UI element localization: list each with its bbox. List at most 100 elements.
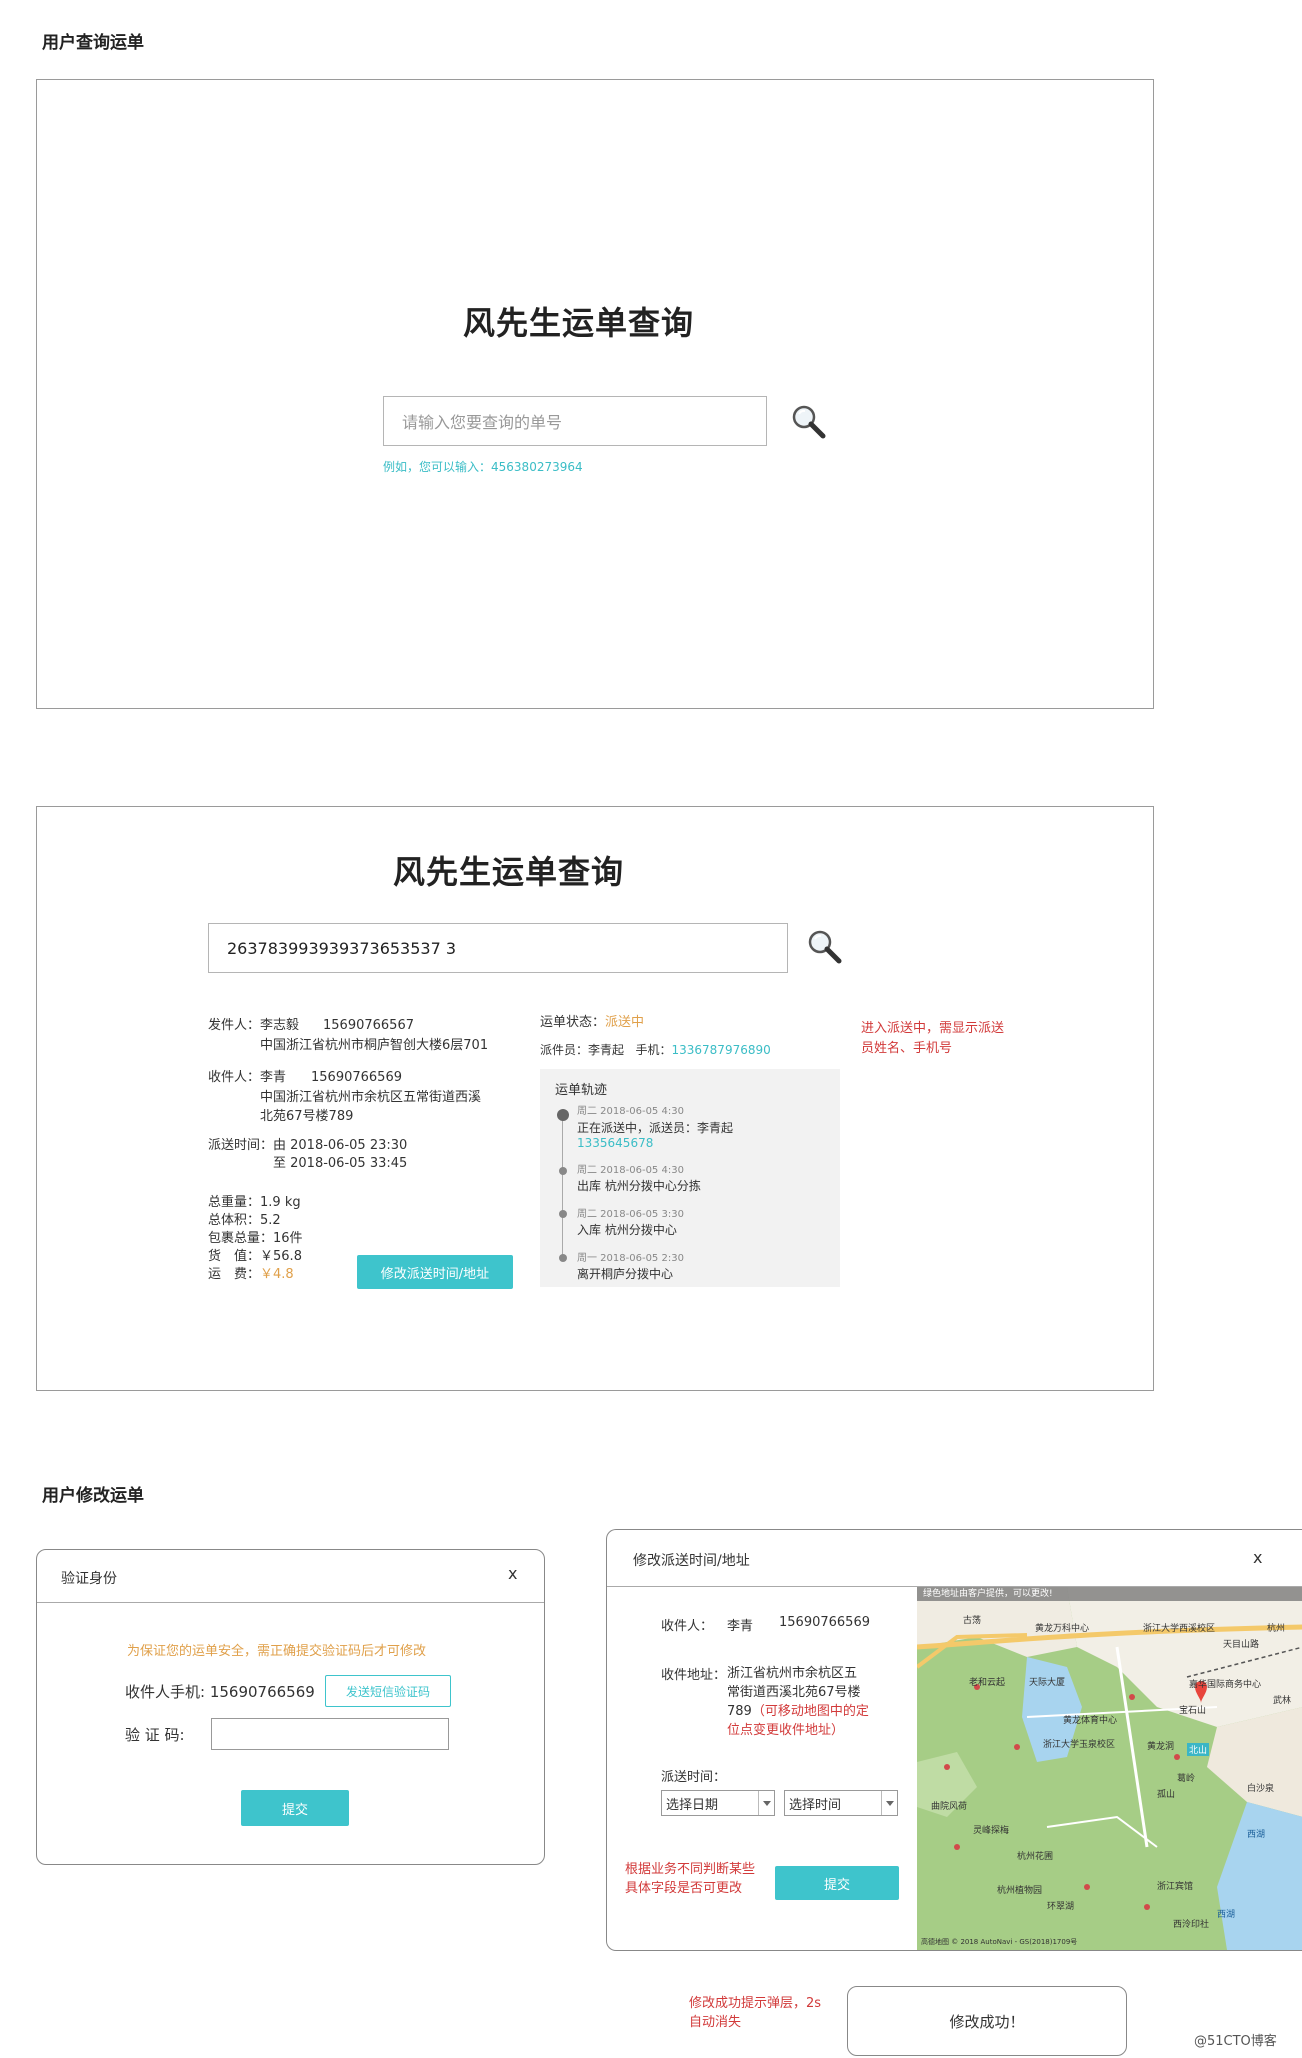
map-label: 西湖	[1217, 1910, 1236, 1920]
verify-warning: 为保证您的运单安全，需正确提交验证码后才可修改	[127, 1644, 427, 1659]
address-text: 浙江省杭州市余杭区五 常街道西溪北苑67号楼 789（可移动地图中的定 位点变更…	[727, 1666, 869, 1738]
map-label: 杭州花圃	[1017, 1852, 1054, 1862]
dialog-title: 修改派送时间/地址	[633, 1553, 750, 1569]
stat-row: 货 值：￥56.8	[208, 1249, 302, 1264]
receiver-label: 收件人：	[208, 1070, 261, 1085]
search-icon[interactable]	[789, 402, 829, 442]
delivery-time-from: 由 2018-06-05 23:30	[273, 1138, 408, 1153]
map-label: 黄龙万科中心	[1035, 1624, 1090, 1634]
map-banner: 绿色地址由客户提供，可以更改!	[923, 1589, 1053, 1599]
close-button[interactable]: x	[508, 1564, 517, 1583]
receiver-label: 收件人：	[661, 1619, 714, 1634]
chevron-down-icon	[881, 1791, 898, 1815]
track-time: 周二 2018-06-05 3:30	[577, 1209, 684, 1220]
status-badge: 派送中	[605, 1015, 645, 1030]
map-label: 葛岭	[1177, 1774, 1196, 1784]
result-frame: 风先生运单查询 263783993939373653537 3 发件人： 李志毅…	[36, 806, 1154, 1391]
map-label: 杭州植物园	[997, 1886, 1043, 1896]
watermark: @51CTO博客	[1194, 2034, 1277, 2049]
time-label: 派送时间：	[661, 1770, 727, 1785]
code-input[interactable]	[211, 1718, 449, 1750]
map-label: 白沙泉	[1247, 1784, 1275, 1794]
stat-row: 包裹总量：16件	[208, 1231, 303, 1246]
success-toast: 修改成功！	[847, 1986, 1127, 2056]
map-label: 天目山路	[1223, 1640, 1260, 1650]
result-title: 风先生运单查询	[393, 853, 625, 891]
page-title: 风先生运单查询	[463, 304, 695, 342]
hint-example[interactable]: 456380273964	[491, 460, 583, 474]
track-text: 出库 杭州分拨中心分拣	[577, 1179, 701, 1193]
track-text: 正在派送中，派送员：李青起	[577, 1121, 734, 1135]
timeline-dot-active	[557, 1109, 569, 1121]
section-title-modify: 用户修改运单	[42, 1486, 144, 1506]
chevron-down-icon	[758, 1791, 775, 1815]
submit-button[interactable]: 提交	[775, 1866, 899, 1900]
sender-phone: 15690766567	[323, 1018, 414, 1033]
delivery-time-to: 至 2018-06-05 33:45	[273, 1156, 408, 1171]
modify-time-address-button[interactable]: 修改派送时间/地址	[357, 1255, 513, 1289]
track-title: 运单轨迹	[555, 1083, 608, 1098]
map-label: 杭州	[1267, 1624, 1286, 1634]
map-label: 西泠印社	[1173, 1920, 1210, 1930]
status-label: 运单状态：	[540, 1015, 606, 1030]
date-select[interactable]: 选择日期	[661, 1790, 775, 1816]
map-label: 古荡	[963, 1616, 982, 1626]
timeline-dot	[559, 1167, 567, 1175]
map-label: 浙江宾馆	[1157, 1882, 1194, 1892]
search-hint: 例如，您可以输入：456380273964	[383, 458, 583, 475]
map-label: 嘉华国际商务中心	[1189, 1680, 1262, 1690]
close-button[interactable]: x	[1253, 1548, 1262, 1567]
stat-row: 总重量：1.9 kg	[208, 1195, 301, 1210]
stat-row-freight: 运 费：￥4.8	[208, 1267, 294, 1282]
map-label: 北山	[1187, 1743, 1210, 1756]
search-icon[interactable]	[805, 927, 845, 967]
map-label: 天际大厦	[1029, 1678, 1066, 1688]
stat-row: 总体积：5.2	[208, 1213, 281, 1228]
track-time: 周二 2018-06-05 4:30	[577, 1106, 684, 1117]
map-label: 灵峰探梅	[973, 1826, 1010, 1836]
hint-prefix: 例如，您可以输入：	[383, 460, 492, 474]
track-time: 周二 2018-06-05 4:30	[577, 1165, 684, 1176]
map-label: 曲院风荷	[931, 1802, 968, 1812]
map-label: 武林	[1273, 1696, 1292, 1706]
track-text: 离开桐庐分拨中心	[577, 1267, 674, 1281]
timeline-line	[562, 1111, 563, 1259]
timeline-dot	[559, 1254, 567, 1262]
search-input[interactable]: 请输入您要查询的单号	[383, 396, 767, 446]
map-label: 宝石山	[1179, 1706, 1207, 1716]
sender-label: 发件人：	[208, 1018, 261, 1033]
address-label: 收件地址：	[661, 1668, 727, 1683]
courier-phone[interactable]: 1336787976890	[672, 1043, 771, 1057]
map-label: 黄龙体育中心	[1063, 1716, 1118, 1726]
map-label: 环翠湖	[1047, 1902, 1075, 1912]
waybill-input[interactable]: 263783993939373653537 3	[208, 923, 788, 973]
dialog-header: 验证身份 x	[37, 1550, 544, 1603]
sender-name: 李志毅	[260, 1018, 300, 1033]
time-select[interactable]: 选择时间	[784, 1790, 898, 1816]
send-code-button[interactable]: 发送短信验证码	[325, 1675, 451, 1707]
track-text: 入库 杭州分拨中心	[577, 1223, 677, 1237]
verify-dialog: 验证身份 x 为保证您的运单安全，需正确提交验证码后才可修改 收件人手机: 15…	[36, 1549, 545, 1865]
receiver-name: 李青	[727, 1619, 754, 1634]
track-extra-phone[interactable]: 1335645678	[577, 1136, 653, 1150]
receiver-phone: 15690766569	[311, 1070, 402, 1085]
map-label: 浙江大学西溪校区	[1143, 1624, 1216, 1634]
map-label: 黄龙洞	[1147, 1742, 1175, 1752]
annotation-courier: 进入派送中，需显示派送员姓名、手机号	[861, 1021, 1005, 1056]
waybill-value: 263783993939373653537 3	[227, 938, 457, 958]
status-row: 运单状态：派送中	[540, 1014, 644, 1032]
section-title-query: 用户查询运单	[42, 33, 144, 53]
map-label: 浙江大学玉泉校区	[1043, 1740, 1116, 1750]
address-map[interactable]: 绿色地址由客户提供，可以更改! 古荡 黄龙万科中心 浙江大学西溪校区 天目山路 …	[917, 1587, 1302, 1950]
receiver-address-2: 北苑67号楼789	[260, 1109, 354, 1124]
query-frame: 风先生运单查询 请输入您要查询的单号 例如，您可以输入：456380273964	[36, 79, 1154, 709]
submit-button[interactable]: 提交	[241, 1790, 349, 1826]
track-panel: 运单轨迹 周二 2018-06-05 4:30 正在派送中，派送员：李青起 13…	[540, 1069, 840, 1287]
map-label: 孤山	[1157, 1790, 1176, 1800]
timeline-dot	[559, 1210, 567, 1218]
dialog-title: 验证身份	[61, 1571, 117, 1587]
search-placeholder: 请输入您要查询的单号	[402, 413, 563, 432]
modify-dialog: 修改派送时间/地址 x 收件人： 李青 15690766569 收件地址： 浙江…	[606, 1529, 1302, 1951]
map-label: 老和云起	[969, 1678, 1006, 1688]
dialog-header: 修改派送时间/地址 x	[607, 1530, 1302, 1587]
